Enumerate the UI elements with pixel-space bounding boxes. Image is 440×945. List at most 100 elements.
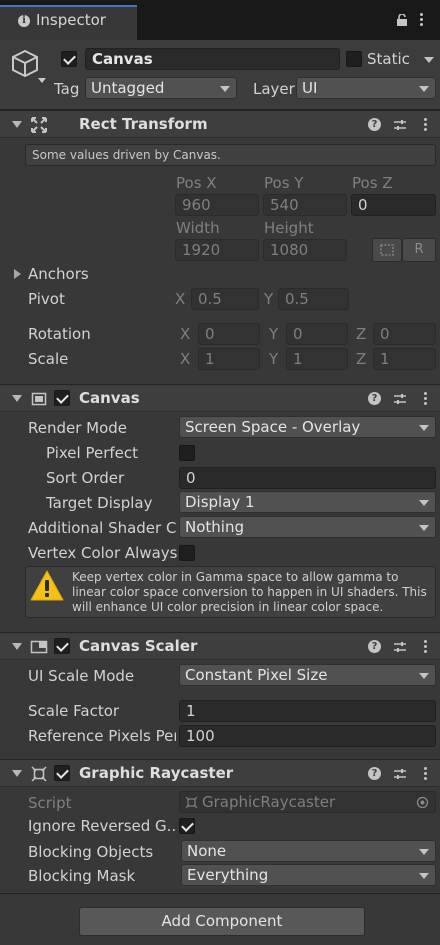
object-picker-icon[interactable] [416, 796, 429, 809]
vertex-color-checkbox[interactable] [179, 545, 195, 561]
foldout-arrow-icon[interactable] [12, 121, 22, 128]
help-icon[interactable]: ? [368, 640, 381, 653]
canvas-scaler-enabled-checkbox[interactable] [54, 638, 70, 654]
gameobject-active-checkbox[interactable] [61, 51, 77, 67]
canvas-enabled-checkbox[interactable] [54, 390, 70, 406]
height-field[interactable]: 1080 [263, 239, 347, 261]
canvas-title: Canvas [79, 389, 140, 407]
tag-value: Untagged [91, 79, 165, 97]
render-mode-label: Render Mode [28, 419, 128, 437]
foldout-arrow-icon[interactable] [12, 770, 22, 777]
lock-icon[interactable] [396, 14, 408, 26]
window-menu-icon[interactable] [420, 12, 424, 28]
presets-icon[interactable] [393, 118, 407, 132]
ref-pixels-label: Reference Pixels Per [28, 727, 176, 745]
scale-factor-label: Scale Factor [28, 702, 120, 720]
presets-icon[interactable] [393, 767, 407, 781]
rect-transform-title: Rect Transform [79, 115, 208, 133]
chevron-down-icon [220, 86, 230, 92]
gameobject-name-field[interactable]: Canvas [85, 48, 340, 70]
target-display-dropdown[interactable]: Display 1 [179, 491, 436, 513]
component-menu-icon[interactable] [424, 391, 428, 407]
chevron-down-icon [419, 86, 429, 92]
help-icon[interactable]: ? [368, 118, 381, 131]
blueprint-mode-button[interactable] [372, 238, 402, 262]
pos-x-field[interactable]: 960 [175, 194, 259, 216]
warning-text: Keep vertex color in Gamma space to allo… [72, 570, 427, 614]
blocking-objects-value: None [187, 842, 227, 860]
component-menu-icon[interactable] [424, 766, 428, 782]
scale-x-field[interactable]: 1 [198, 348, 260, 370]
ignore-reversed-checkbox[interactable] [179, 818, 195, 834]
warning-icon [30, 570, 64, 601]
pixel-perfect-checkbox[interactable] [179, 445, 195, 461]
canvas-scaler-header[interactable]: Canvas Scaler ? [0, 632, 440, 660]
ref-pixels-field[interactable]: 100 [179, 725, 436, 747]
driven-info-box: Some values driven by Canvas. [25, 144, 436, 166]
scale-y-field[interactable]: 1 [286, 348, 348, 370]
graphic-raycaster-enabled-checkbox[interactable] [54, 765, 70, 781]
component-menu-icon[interactable] [424, 639, 428, 655]
presets-icon[interactable] [393, 640, 407, 654]
blocking-objects-dropdown[interactable]: None [181, 840, 436, 862]
width-label: Width [176, 219, 220, 237]
canvas-component-header[interactable]: Canvas ? [0, 384, 440, 412]
foldout-arrow-icon[interactable] [12, 643, 22, 650]
pos-z-label: Pos Z [352, 174, 393, 192]
pos-y-field[interactable]: 540 [263, 194, 347, 216]
canvas-scaler-title: Canvas Scaler [79, 637, 198, 655]
scale-label: Scale [28, 350, 69, 368]
script-field[interactable]: GraphicRaycaster [179, 791, 436, 813]
pivot-y-label: Y [264, 290, 274, 308]
static-dropdown-arrow[interactable] [424, 57, 434, 63]
chevron-down-icon [419, 525, 429, 531]
static-checkbox[interactable] [346, 51, 362, 67]
rotation-y-field[interactable]: 0 [286, 323, 348, 345]
raw-edit-button[interactable]: R [402, 238, 436, 262]
pivot-y-field[interactable]: 0.5 [278, 288, 349, 310]
sort-order-field[interactable]: 0 [179, 467, 436, 489]
chevron-down-icon [419, 425, 429, 431]
help-icon[interactable]: ? [368, 767, 381, 780]
gameobject-cube-icon[interactable] [10, 48, 46, 84]
script-icon [185, 796, 198, 809]
shader-channels-dropdown[interactable]: Nothing [179, 516, 436, 538]
pixel-perfect-label: Pixel Perfect [46, 444, 139, 462]
graphic-raycaster-icon [31, 766, 47, 782]
component-menu-icon[interactable] [424, 117, 428, 133]
graphic-raycaster-header[interactable]: Graphic Raycaster ? [0, 759, 440, 787]
rect-transform-icon [31, 117, 47, 133]
scale-factor-field[interactable]: 1 [179, 700, 436, 722]
script-value: GraphicRaycaster [202, 793, 336, 811]
rotation-x-label: X [180, 325, 191, 343]
ui-scale-mode-value: Constant Pixel Size [185, 666, 328, 684]
sort-order-label: Sort Order [46, 469, 125, 487]
help-icon[interactable]: ? [368, 392, 381, 405]
anchors-label[interactable]: Anchors [28, 264, 89, 284]
layer-dropdown[interactable]: UI [296, 77, 436, 99]
anchors-foldout-icon[interactable] [14, 269, 21, 279]
rect-transform-header[interactable]: Rect Transform ? [0, 110, 440, 138]
render-mode-dropdown[interactable]: Screen Space - Overlay [179, 416, 436, 438]
scale-z-field[interactable]: 1 [373, 348, 436, 370]
pivot-label: Pivot [28, 290, 65, 308]
canvas-scaler-icon [30, 640, 48, 654]
static-label: Static [367, 50, 410, 68]
foldout-arrow-icon[interactable] [12, 395, 22, 402]
vertex-color-label: Vertex Color Always [28, 544, 178, 562]
info-icon: i [18, 15, 30, 27]
target-display-value: Display 1 [185, 493, 255, 511]
tag-dropdown[interactable]: Untagged [85, 77, 237, 99]
blocking-mask-dropdown[interactable]: Everything [181, 864, 436, 886]
rotation-x-field[interactable]: 0 [198, 323, 260, 345]
add-component-button[interactable]: Add Component [79, 907, 365, 936]
width-field[interactable]: 1920 [175, 239, 259, 261]
presets-icon[interactable] [393, 392, 407, 406]
layer-label: Layer [253, 80, 295, 98]
rotation-z-field[interactable]: 0 [373, 323, 436, 345]
scale-x-label: X [180, 350, 191, 368]
pos-z-field[interactable]: 0 [351, 194, 436, 216]
ui-scale-mode-dropdown[interactable]: Constant Pixel Size [179, 664, 436, 686]
target-display-label: Target Display [46, 494, 153, 512]
pivot-x-field[interactable]: 0.5 [191, 288, 259, 310]
